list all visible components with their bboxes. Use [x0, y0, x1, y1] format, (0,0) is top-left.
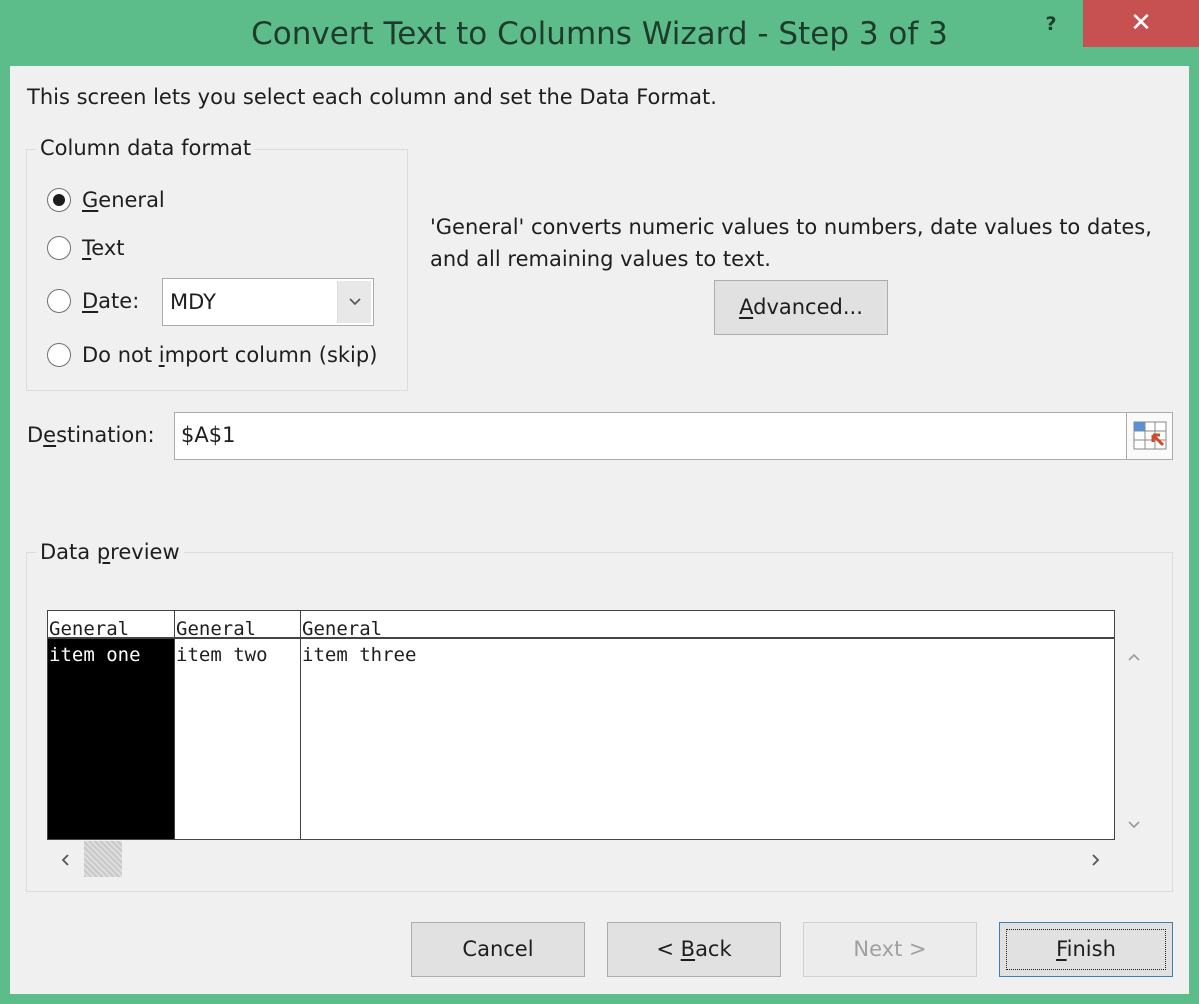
close-button[interactable]: ✕ [1083, 0, 1199, 47]
scroll-right-icon[interactable] [1091, 851, 1101, 872]
scroll-up-icon[interactable] [1127, 646, 1141, 667]
description-line-1: 'General' converts numeric values to num… [430, 215, 1152, 239]
close-icon: ✕ [1130, 8, 1152, 38]
next-button[interactable]: Next > [803, 922, 977, 977]
help-button[interactable]: ? [1028, 6, 1074, 42]
back-button[interactable]: < Back [607, 922, 781, 977]
title-bar[interactable]: Convert Text to Columns Wizard - Step 3 … [0, 0, 1199, 66]
column-format-legend: Column data format [36, 136, 256, 160]
preview-column-3[interactable]: General item three [301, 611, 1114, 839]
wizard-window: Convert Text to Columns Wizard - Step 3 … [0, 0, 1199, 1004]
preview-column-header: General [175, 611, 300, 639]
destination-label: Destination: [27, 423, 155, 447]
cancel-button[interactable]: Cancel [411, 922, 585, 977]
preview-cell: item three [302, 644, 417, 666]
data-preview-legend: Data preview [36, 540, 184, 564]
date-format-select[interactable]: MDY [162, 278, 374, 326]
radio-general-button[interactable] [47, 188, 71, 212]
data-preview-grid[interactable]: General item one General item two Genera… [47, 610, 1115, 840]
radio-date-button[interactable] [47, 289, 71, 313]
radio-skip-label: Do not import column (skip) [82, 343, 378, 367]
scroll-left-icon[interactable] [60, 851, 70, 872]
date-format-value: MDY [170, 290, 216, 314]
preview-cell: item one [48, 639, 174, 839]
description-line-2: and all remaining values to text. [430, 247, 771, 271]
dialog-body: This screen lets you select each column … [10, 66, 1189, 994]
destination-value: $A$1 [181, 423, 236, 447]
preview-cell: item two [176, 644, 268, 666]
preview-column-2[interactable]: General item two [175, 611, 301, 839]
range-select-button[interactable] [1126, 412, 1173, 460]
chevron-down-icon[interactable] [337, 281, 371, 323]
radio-general[interactable]: General [47, 188, 165, 212]
range-select-icon [1133, 421, 1167, 450]
radio-general-label: General [82, 188, 165, 212]
preview-column-1[interactable]: General item one [48, 611, 175, 839]
radio-date-label: Date: [82, 289, 140, 313]
radio-skip[interactable]: Do not import column (skip) [47, 343, 377, 367]
radio-date[interactable]: Date: [47, 289, 139, 313]
scroll-down-icon[interactable] [1127, 814, 1141, 835]
advanced-button[interactable]: Advanced... [714, 280, 888, 335]
radio-text-label: Text [82, 236, 125, 260]
radio-text[interactable]: Text [47, 236, 124, 260]
destination-input[interactable]: $A$1 [174, 412, 1127, 460]
window-title: Convert Text to Columns Wizard - Step 3 … [251, 16, 948, 52]
finish-button[interactable]: Finish [999, 922, 1173, 977]
radio-skip-button[interactable] [47, 343, 71, 367]
preview-column-header: General [301, 611, 1114, 639]
format-description: 'General' converts numeric values to num… [430, 211, 1152, 275]
preview-column-header: General [48, 611, 174, 639]
radio-text-button[interactable] [47, 236, 71, 260]
intro-text: This screen lets you select each column … [27, 85, 717, 109]
horizontal-scroll-thumb[interactable] [84, 841, 122, 877]
